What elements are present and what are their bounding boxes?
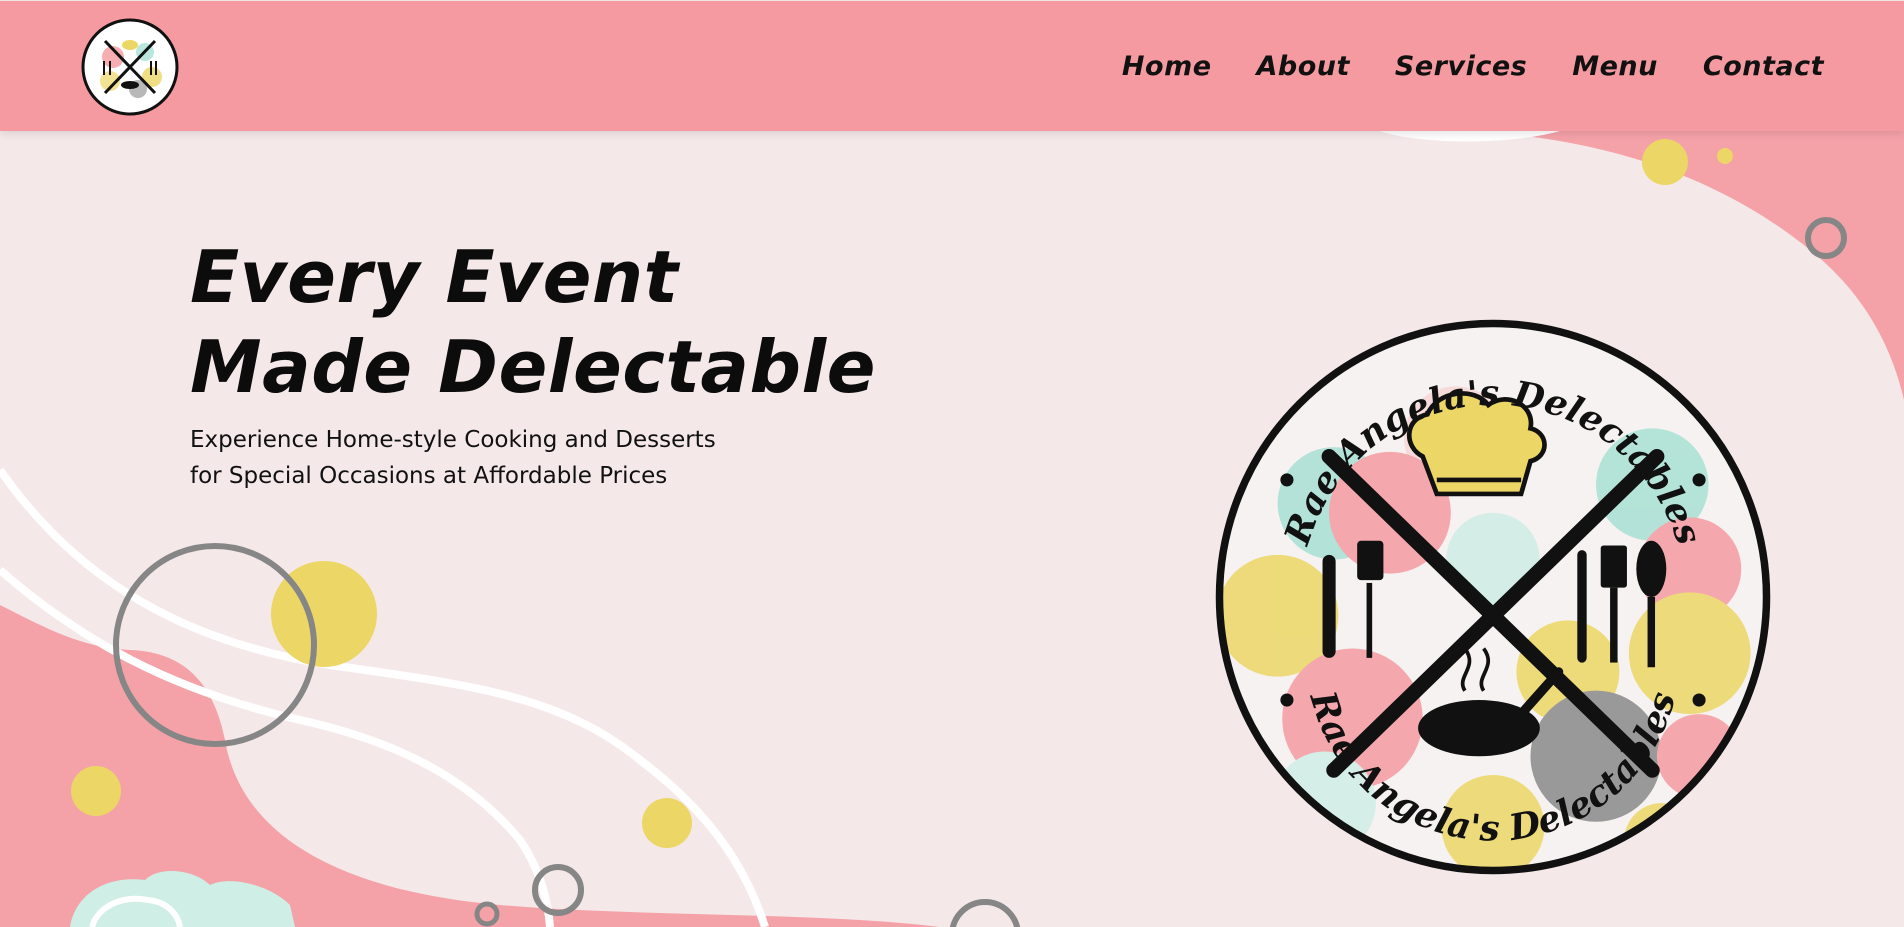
hero-section: Every Event Made Delectable Experience H… (190, 232, 876, 517)
nav-link-home[interactable]: Home (1122, 51, 1212, 82)
nav-link-about[interactable]: About (1257, 51, 1350, 82)
nav-link-services[interactable]: Services (1395, 51, 1527, 82)
hero-title-line-1: Every Event (190, 235, 679, 319)
nav-link-contact[interactable]: Contact (1703, 51, 1824, 82)
brand-logo-emblem-icon: Rae Angela's Delectables Rae Angela's De… (1215, 319, 1771, 875)
hero-subtitle: Experience Home-style Cooking and Desser… (190, 422, 876, 494)
hero-brand-logo: Rae Angela's Delectables Rae Angela's De… (1212, 316, 1774, 878)
hero-subtitle-line-2: for Special Occasions at Affordable Pric… (190, 463, 668, 489)
brand-logo-badge-icon (81, 18, 179, 116)
top-navbar: Home About Services Menu Contact (0, 1, 1904, 131)
hero-subtitle-line-1: Experience Home-style Cooking and Desser… (190, 427, 716, 453)
nav-brand-logo[interactable] (78, 17, 182, 117)
main-nav: Home About Services Menu Contact (1122, 1, 1824, 131)
hero-title-line-2: Made Delectable (190, 325, 877, 409)
nav-link-menu[interactable]: Menu (1572, 51, 1658, 82)
hero-title: Every Event Made Delectable (190, 232, 876, 412)
